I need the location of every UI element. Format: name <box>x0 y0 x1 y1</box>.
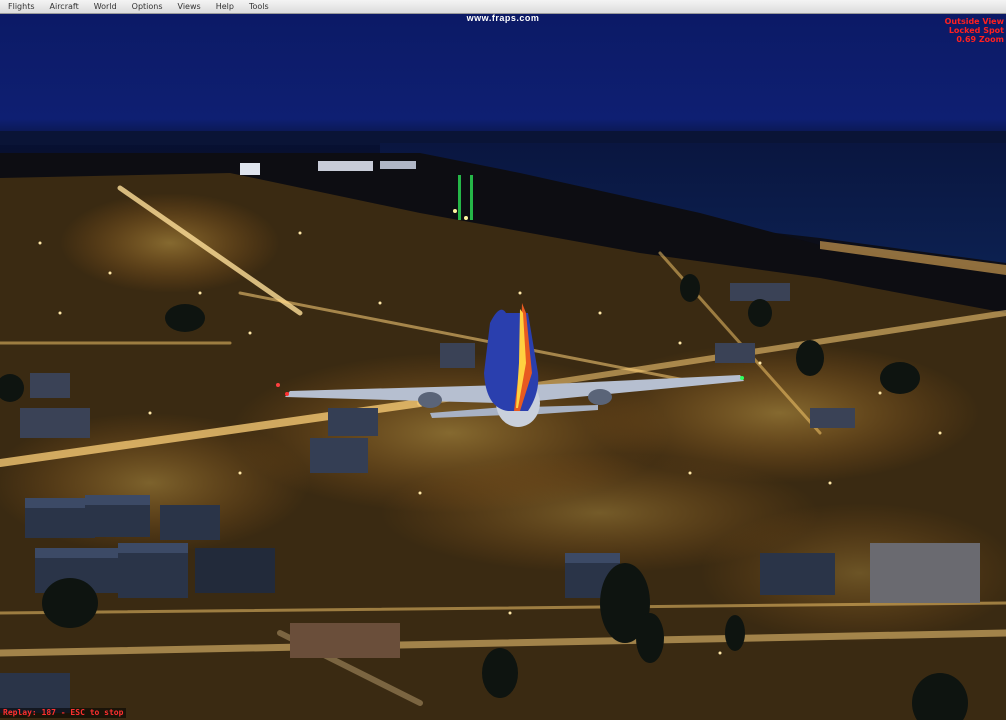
menu-help[interactable]: Help <box>208 0 241 13</box>
menu-aircraft[interactable]: Aircraft <box>42 0 86 13</box>
hangar <box>240 163 260 175</box>
flight-sim-view[interactable]: www.fraps.com Outside View Locked Spot 0… <box>0 13 1006 720</box>
menu-views[interactable]: Views <box>170 0 208 13</box>
view-line-2: Locked Spot <box>948 26 1004 35</box>
view-line-1: Outside View <box>944 17 1004 26</box>
terminal-building <box>318 161 373 171</box>
fraps-watermark: www.fraps.com <box>466 13 540 23</box>
night-city-scene <box>0 131 1006 720</box>
view-line-3: 0.69 Zoom <box>956 35 1004 44</box>
view-mode-readout: Outside View Locked Spot 0.69 Zoom <box>945 17 1004 44</box>
replay-status: Replay: 187 - ESC to stop <box>0 708 127 718</box>
horizon-band <box>0 131 1006 145</box>
terminal-building-2 <box>380 161 416 169</box>
menu-world[interactable]: World <box>86 0 124 13</box>
menu-options[interactable]: Options <box>124 0 170 13</box>
menu-flights[interactable]: Flights <box>0 0 42 13</box>
menu-bar: Flights Aircraft World Options Views Hel… <box>0 0 1006 14</box>
menu-tools[interactable]: Tools <box>241 0 276 13</box>
